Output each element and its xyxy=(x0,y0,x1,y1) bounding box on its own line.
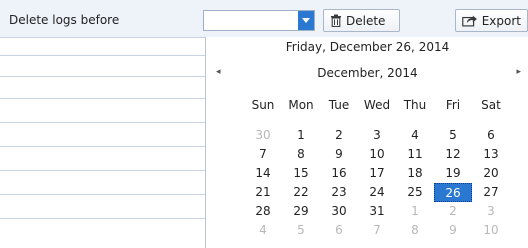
calendar-day-selected[interactable]: 26 xyxy=(434,183,472,202)
next-month-icon[interactable]: ▸ xyxy=(516,67,521,77)
export-icon xyxy=(462,15,477,27)
calendar-day[interactable]: 20 xyxy=(472,164,510,183)
calendar-day[interactable]: 18 xyxy=(396,164,434,183)
calendar-day[interactable]: 10 xyxy=(358,145,396,164)
list-row-divider xyxy=(0,146,205,147)
calendar-day[interactable]: 7 xyxy=(244,145,282,164)
weekday-label: Wed xyxy=(363,98,391,112)
delete-button-label: Delete xyxy=(346,13,386,28)
calendar-day[interactable]: 7 xyxy=(358,221,396,240)
calendar-day[interactable]: 11 xyxy=(396,145,434,164)
calendar-day[interactable]: 12 xyxy=(434,145,472,164)
weekday-label: Sun xyxy=(251,98,275,112)
calendar-day[interactable]: 5 xyxy=(282,221,320,240)
calendar-day[interactable]: 6 xyxy=(472,126,510,145)
weekday-label: Thu xyxy=(403,98,427,112)
calendar-day[interactable]: 1 xyxy=(282,126,320,145)
calendar-weekday-header: Sun Mon Tue Wed Thu Fri Sat xyxy=(244,98,510,112)
calendar-month-label[interactable]: December, 2014 xyxy=(206,66,528,80)
weekday-label: Fri xyxy=(445,98,461,112)
calendar-day[interactable]: 16 xyxy=(320,164,358,183)
export-button-label: Export xyxy=(481,13,521,28)
calendar-popup: Friday, December 26, 2014 ◂ December, 20… xyxy=(205,37,528,248)
calendar-day[interactable]: 23 xyxy=(320,183,358,202)
calendar-day[interactable]: 2 xyxy=(434,202,472,221)
calendar-day[interactable]: 28 xyxy=(244,202,282,221)
calendar-day[interactable]: 9 xyxy=(320,145,358,164)
delete-button[interactable]: Delete xyxy=(323,9,400,32)
weekday-label: Mon xyxy=(288,98,314,112)
calendar-day[interactable]: 3 xyxy=(358,126,396,145)
calendar-day[interactable]: 5 xyxy=(434,126,472,145)
list-row-divider xyxy=(0,55,205,56)
date-picker-field[interactable] xyxy=(203,10,315,31)
calendar-day[interactable]: 4 xyxy=(396,126,434,145)
chevron-down-icon xyxy=(302,17,310,23)
calendar-day[interactable]: 1 xyxy=(396,202,434,221)
list-row-divider xyxy=(0,194,205,195)
delete-logs-before-label: Delete logs before xyxy=(9,13,120,27)
calendar-day[interactable]: 25 xyxy=(396,183,434,202)
calendar-day[interactable]: 2 xyxy=(320,126,358,145)
calendar-day[interactable]: 3 xyxy=(472,202,510,221)
calendar-day[interactable]: 10 xyxy=(472,221,510,240)
list-row-divider xyxy=(0,37,205,38)
weekday-label: Sat xyxy=(481,98,501,112)
calendar-selected-date[interactable]: Friday, December 26, 2014 xyxy=(206,40,528,54)
calendar-day[interactable]: 21 xyxy=(244,183,282,202)
calendar-day[interactable]: 27 xyxy=(472,183,510,202)
calendar-day[interactable]: 30 xyxy=(320,202,358,221)
date-picker-dropdown-button[interactable] xyxy=(298,11,314,30)
calendar-day[interactable]: 4 xyxy=(244,221,282,240)
list-row-divider xyxy=(0,170,205,171)
calendar-day[interactable]: 31 xyxy=(358,202,396,221)
calendar-day[interactable]: 8 xyxy=(282,145,320,164)
calendar-day-grid: 30 1 2 3 4 5 6 7 8 9 10 11 12 13 14 15 16 17 18 19 20 21 22 23 2… xyxy=(244,126,510,240)
calendar-day[interactable]: 30 xyxy=(244,126,282,145)
list-row-divider xyxy=(0,76,205,77)
trash-icon xyxy=(331,14,341,27)
calendar-day[interactable]: 9 xyxy=(434,221,472,240)
calendar-day[interactable]: 29 xyxy=(282,202,320,221)
calendar-day[interactable]: 6 xyxy=(320,221,358,240)
calendar-day[interactable]: 15 xyxy=(282,164,320,183)
calendar-day[interactable]: 14 xyxy=(244,164,282,183)
export-button[interactable]: Export xyxy=(455,9,528,32)
calendar-day[interactable]: 8 xyxy=(396,221,434,240)
list-row-divider xyxy=(0,122,205,123)
list-row-divider xyxy=(0,98,205,99)
calendar-day[interactable]: 17 xyxy=(358,164,396,183)
calendar-day[interactable]: 22 xyxy=(282,183,320,202)
weekday-label: Tue xyxy=(328,98,350,112)
calendar-day[interactable]: 13 xyxy=(472,145,510,164)
list-row-divider xyxy=(0,218,205,219)
calendar-day[interactable]: 19 xyxy=(434,164,472,183)
calendar-day[interactable]: 24 xyxy=(358,183,396,202)
